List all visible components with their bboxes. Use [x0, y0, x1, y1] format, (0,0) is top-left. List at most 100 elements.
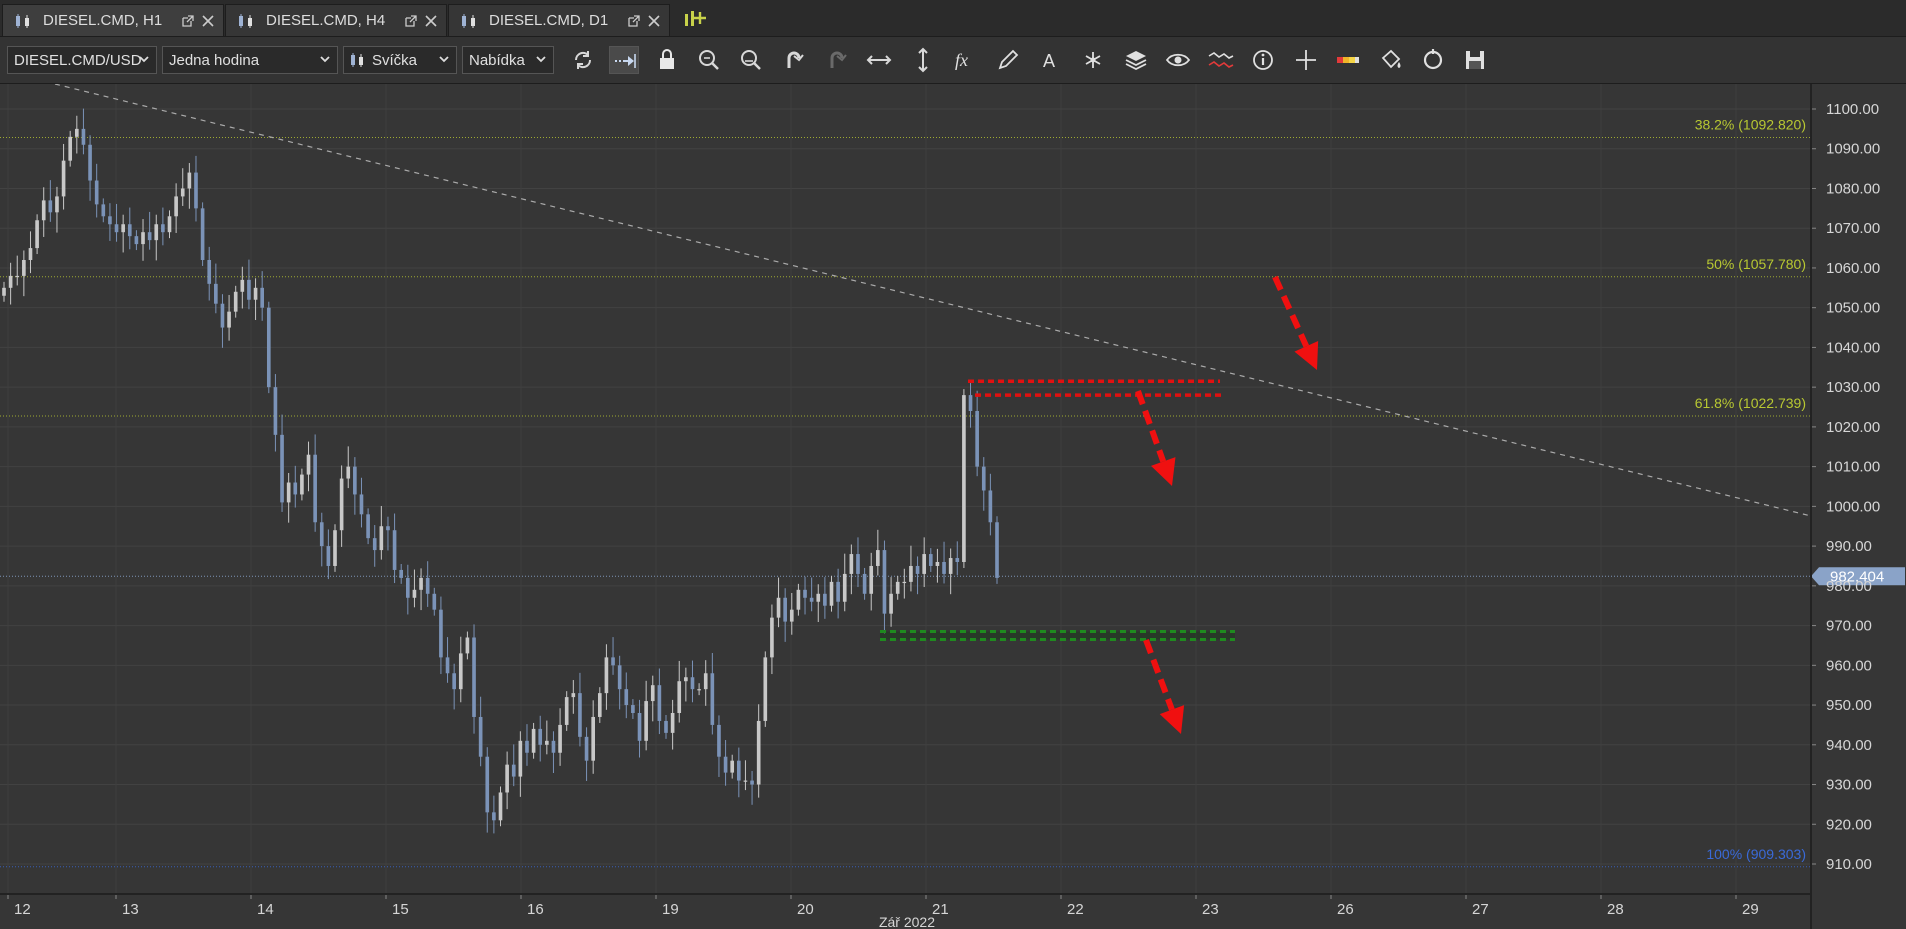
x-tick-label: 22	[1067, 901, 1084, 918]
candle-body	[194, 172, 198, 209]
add-chart-icon[interactable]	[682, 6, 708, 32]
undo-button[interactable]	[779, 46, 809, 74]
candle-body	[167, 216, 172, 233]
candle-body	[525, 740, 529, 753]
candle-body	[677, 681, 682, 713]
y-tick-label: 1020.00	[1826, 419, 1880, 436]
lock-button[interactable]	[652, 46, 682, 74]
time-axis[interactable]: 12 13 14 15 16 19 20 21 22 23 26 27 28 29Zář 2022	[0, 893, 1811, 929]
candle-body	[730, 760, 735, 773]
indicators-button[interactable]: fx	[950, 46, 980, 74]
text-tool-button[interactable]: A	[1036, 46, 1066, 74]
close-icon[interactable]	[424, 14, 438, 28]
candle-body	[8, 275, 13, 288]
vertical-scale-button[interactable]	[908, 46, 938, 74]
y-tick-label: 1040.00	[1826, 339, 1880, 356]
candle-body	[531, 728, 536, 753]
candle-body	[101, 204, 106, 217]
candle-body	[770, 617, 774, 658]
candle-body	[624, 689, 629, 706]
info-icon	[1253, 50, 1273, 70]
lock-icon	[660, 49, 674, 69]
candle-body	[710, 673, 715, 725]
candle-body	[319, 522, 324, 547]
candle-body	[697, 689, 701, 691]
pattern-button[interactable]	[1078, 46, 1108, 74]
autoshift-icon	[615, 54, 636, 68]
candle-body	[650, 685, 655, 702]
candle-body	[55, 196, 59, 213]
eye-icon	[1165, 53, 1191, 67]
zoom-in-icon	[699, 50, 719, 70]
save-button[interactable]	[1460, 46, 1490, 74]
candle-body	[750, 780, 754, 785]
chart-canvas[interactable]: 38.2% (1092.820) 50% (1057.780) 61.8% (102…	[0, 84, 1906, 929]
visibility-button[interactable]	[1163, 46, 1193, 74]
candle-body	[386, 526, 390, 531]
text-tool-icon: A	[1043, 51, 1055, 71]
period-select[interactable]: Jedna hodina	[162, 46, 338, 74]
x-tick-label: 16	[527, 901, 544, 918]
candle-body	[776, 597, 781, 618]
tab-diesel-h1[interactable]: DIESEL.CMD, H1	[2, 4, 224, 36]
color-theme-button[interactable]	[1333, 46, 1363, 74]
candle-body	[743, 780, 748, 782]
y-tick-label: 940.00	[1826, 737, 1872, 754]
candle-body	[81, 128, 86, 145]
candle-body	[333, 530, 337, 566]
candle-body	[836, 581, 840, 602]
candle-body	[452, 673, 456, 690]
candle-body	[326, 546, 331, 566]
compare-button[interactable]	[1206, 46, 1236, 74]
reset-button[interactable]	[1418, 46, 1448, 74]
price-axis[interactable]: 910.00 920.00 930.00 940.00 950.00 960.00 970.…	[1810, 84, 1880, 929]
candle-body	[637, 713, 642, 741]
fib-level-label: 61.8% (1022.739)	[1695, 395, 1806, 411]
redo-button[interactable]	[822, 46, 852, 74]
tab-diesel-d1[interactable]: DIESEL.CMD, D1	[448, 4, 670, 36]
candle-body	[392, 530, 397, 570]
close-icon[interactable]	[201, 14, 215, 28]
candle-body	[723, 756, 728, 773]
instrument-select[interactable]: DIESEL.CMD/USD	[7, 46, 157, 74]
info-button[interactable]	[1248, 46, 1278, 74]
candle-body	[180, 188, 185, 197]
candle-body	[399, 569, 404, 578]
candle-body	[657, 685, 662, 721]
crosshair-button[interactable]	[1291, 46, 1321, 74]
candle-body	[147, 232, 152, 241]
close-icon[interactable]	[647, 14, 661, 28]
candle-body	[862, 573, 867, 594]
drawing-button[interactable]	[993, 46, 1023, 74]
refresh-button[interactable]	[568, 46, 598, 74]
price-side-select[interactable]: Nabídka	[462, 46, 554, 74]
vertical-scale-icon	[918, 47, 928, 73]
y-tick-label: 930.00	[1826, 777, 1872, 794]
detach-icon[interactable]	[404, 14, 418, 28]
candle-body	[584, 736, 589, 761]
fill-button[interactable]	[1376, 46, 1406, 74]
chart-type-select[interactable]: Svíčka	[343, 46, 457, 74]
detach-icon[interactable]	[181, 14, 195, 28]
layers-button[interactable]	[1121, 46, 1151, 74]
price-chart[interactable]: 38.2% (1092.820) 50% (1057.780) 61.8% (102…	[0, 84, 1906, 929]
candle-body	[823, 593, 827, 606]
detach-icon[interactable]	[627, 14, 641, 28]
candle-body	[928, 554, 933, 566]
horizontal-scale-button[interactable]	[864, 46, 894, 74]
tab-diesel-h4[interactable]: DIESEL.CMD, H4	[225, 4, 447, 36]
candle-body	[207, 260, 212, 284]
candle-body	[922, 554, 927, 574]
grid	[0, 84, 1811, 894]
chevron-down-icon	[320, 56, 330, 63]
autoshift-button[interactable]	[609, 46, 639, 74]
candle-body	[247, 279, 251, 300]
candle-body	[981, 466, 986, 491]
zoom-in-button[interactable]	[694, 46, 724, 74]
svg-text:A: A	[1043, 51, 1055, 71]
zoom-out-button[interactable]	[736, 46, 766, 74]
candle-body	[478, 716, 483, 757]
candle-body	[803, 589, 807, 598]
candle-body	[915, 565, 920, 574]
horizontal-scale-icon	[866, 55, 892, 65]
